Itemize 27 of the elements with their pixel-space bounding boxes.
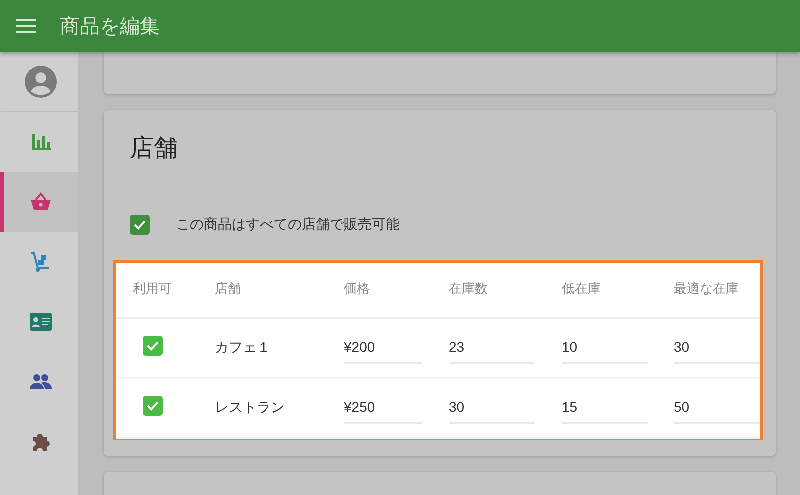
menu-icon[interactable]: [16, 18, 36, 34]
price-field[interactable]: ¥250: [344, 392, 422, 424]
low-stock-field[interactable]: 10: [562, 332, 648, 364]
stock-field[interactable]: 23: [449, 332, 535, 364]
section-title: 店舗: [129, 133, 179, 164]
checkbox[interactable]: [130, 215, 150, 235]
checkbox[interactable]: [143, 336, 163, 356]
check-icon: [133, 218, 147, 232]
checkbox-label: この商品はすべての店舗で販売可能: [176, 216, 400, 234]
stock-field[interactable]: 30: [449, 392, 535, 424]
price-field[interactable]: ¥200: [344, 332, 422, 364]
column-header: 最適な在庫: [674, 281, 739, 300]
optimal-stock-field[interactable]: 50: [674, 392, 760, 424]
check-icon: [146, 339, 160, 353]
column-header: 利用可: [133, 281, 172, 300]
store-name: レストラン: [215, 400, 285, 416]
column-header: 価格: [344, 281, 370, 300]
low-stock-field[interactable]: 15: [562, 392, 648, 424]
column-header: 店舗: [215, 281, 241, 300]
page-title: 商品を編集: [60, 13, 160, 40]
sidebar-item[interactable]: [0, 172, 78, 232]
store-name: カフェ１: [215, 340, 271, 356]
checkbox[interactable]: [143, 396, 163, 416]
check-icon: [146, 399, 160, 413]
column-header: 低在庫: [562, 281, 601, 300]
optimal-stock-field[interactable]: 30: [674, 332, 760, 364]
column-header: 在庫数: [449, 281, 488, 300]
